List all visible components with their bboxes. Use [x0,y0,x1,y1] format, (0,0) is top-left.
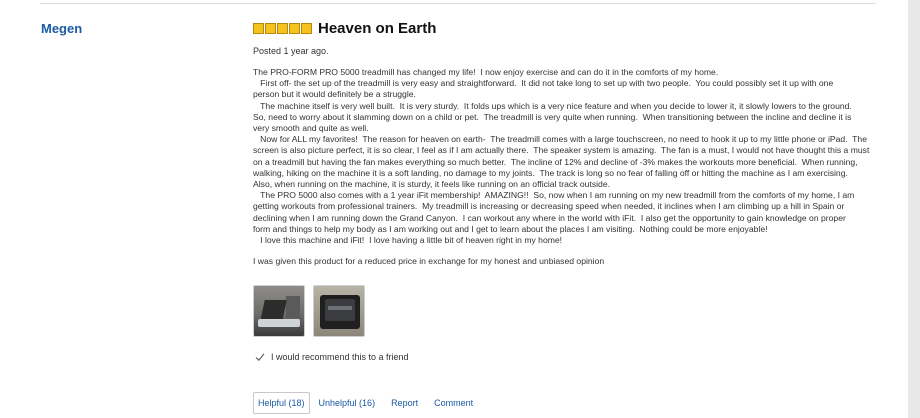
review-body: The PRO-FORM PRO 5000 treadmill has chan… [253,67,870,246]
review-disclaimer: I was given this product for a reduced p… [253,256,605,267]
comment-link[interactable]: Comment [434,396,473,410]
posted-date: Posted 1 year ago. [253,46,329,56]
check-icon [255,353,265,362]
unhelpful-button[interactable]: Unhelpful (16) [319,396,376,410]
review-title: Heaven on Earth [318,19,437,37]
review-actions: Helpful (18) Unhelpful (16) Report Comme… [253,392,489,414]
review-card: Heaven on Earth Posted 1 year ago. The P… [253,20,883,362]
review-photos [253,285,883,338]
review-title-row: Heaven on Earth [253,19,883,37]
page-scroll-gutter [908,0,920,418]
star-icon [253,22,264,34]
star-icon [301,22,312,34]
review-divider [40,3,876,4]
recommend-text: I would recommend this to a friend [271,352,409,363]
recommend-row: I would recommend this to a friend [253,352,883,362]
star-icon [265,22,276,34]
helpful-button[interactable]: Helpful (18) [253,392,310,414]
star-icon [289,22,300,34]
report-link[interactable]: Report [391,396,418,410]
review-photo-thumbnail[interactable] [253,285,305,338]
star-icon [277,22,288,34]
star-rating [253,22,313,34]
reviewer-name: Megen [41,21,83,36]
review-photo-thumbnail[interactable] [313,285,365,338]
